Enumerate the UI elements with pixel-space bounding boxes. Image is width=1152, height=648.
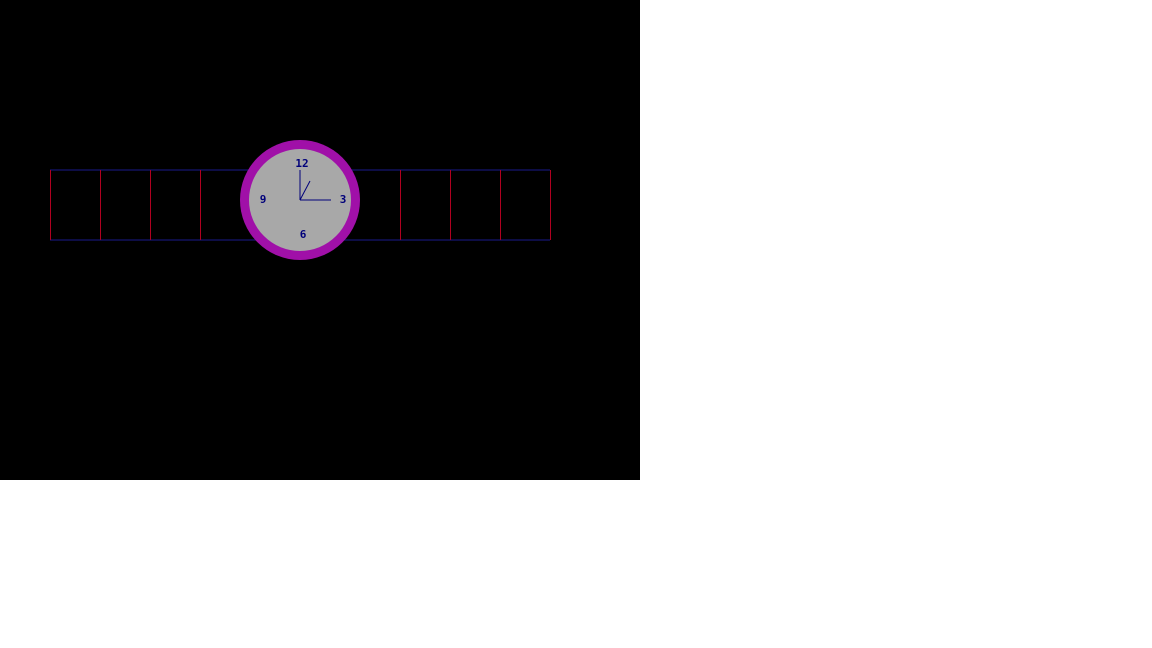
numeral-three: 3 <box>340 193 347 206</box>
numeral-six: 6 <box>300 228 307 241</box>
wristwatch-drawing: 12 3 6 9 <box>50 140 551 260</box>
graphics-canvas: 12 3 6 9 <box>0 0 640 480</box>
numeral-nine: 9 <box>260 193 267 206</box>
numeral-twelve: 12 <box>295 157 308 170</box>
